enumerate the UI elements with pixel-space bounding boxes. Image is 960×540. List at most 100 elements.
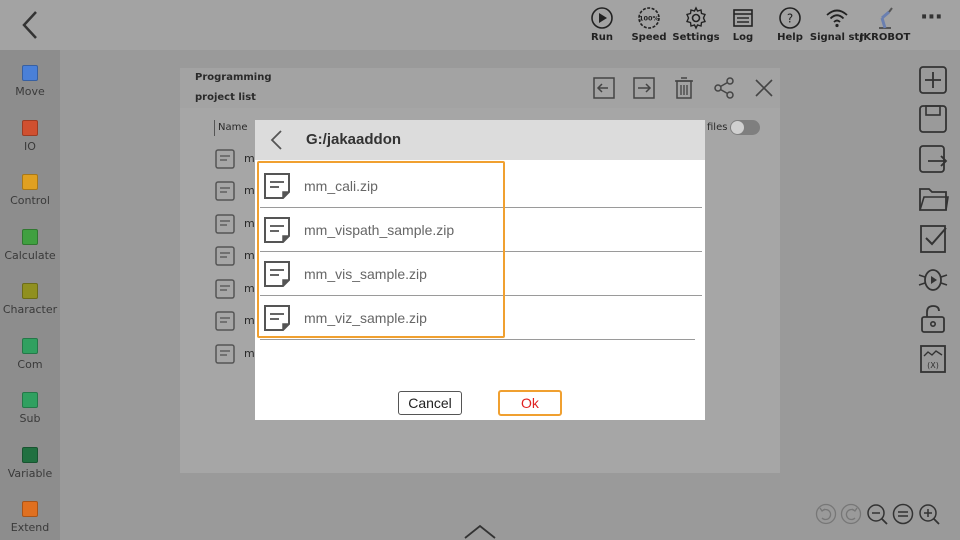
zoom-out-icon: [867, 504, 888, 525]
export-icon: [633, 77, 655, 99]
file-picker-dialog: G:/jakaaddon mm_cali.zip mm_vispath_samp…: [255, 120, 705, 420]
bug-icon: [918, 269, 948, 291]
sidebar-item-character[interactable]: Character: [0, 283, 60, 333]
close-icon: [755, 79, 773, 97]
list-item[interactable]: m: [214, 278, 255, 302]
help-icon: ?: [779, 7, 801, 29]
redo-button[interactable]: [840, 503, 862, 525]
selection-highlight: [257, 161, 505, 338]
file-icon: [215, 246, 235, 266]
variable-watch-button[interactable]: (X): [916, 343, 950, 375]
cancel-button[interactable]: Cancel: [398, 391, 462, 415]
list-item[interactable]: m: [214, 180, 255, 204]
zoom-in-icon: [919, 504, 940, 525]
file-icon: [215, 214, 235, 234]
list-item-label: m: [244, 217, 255, 230]
character-icon: [22, 283, 38, 299]
list-item[interactable]: m: [214, 213, 255, 237]
save-as-icon: [919, 145, 948, 173]
delete-button[interactable]: [672, 76, 696, 100]
speed-icon: 100%: [638, 7, 660, 29]
export-button[interactable]: [632, 76, 656, 100]
zoom-in-button[interactable]: [918, 503, 940, 525]
redo-icon: [840, 503, 862, 525]
add-button[interactable]: [916, 64, 950, 96]
ok-button[interactable]: Ok: [498, 390, 562, 416]
close-button[interactable]: [752, 76, 776, 100]
more-button[interactable]: ⋯: [918, 7, 946, 36]
chevron-left-icon: [22, 11, 37, 39]
sidebar-item-label: Control: [10, 194, 50, 207]
sidebar-item-label: Character: [2, 303, 58, 316]
undo-icon: [815, 503, 837, 525]
robot-label: JKROBOT: [859, 32, 911, 43]
sidebar-item-control[interactable]: Control: [0, 174, 60, 224]
list-item-label: m: [244, 152, 255, 165]
robot-arm-icon: [879, 7, 893, 29]
import-icon: [593, 77, 615, 99]
zoom-reset-button[interactable]: [892, 503, 914, 525]
sidebar-item-label: IO: [24, 140, 36, 153]
variable-watch-icon: (X): [920, 345, 946, 373]
sidebar-item-move[interactable]: Move: [0, 65, 60, 115]
sidebar-item-label: Calculate: [4, 249, 56, 262]
list-item-label: m: [244, 184, 255, 197]
debug-button[interactable]: [916, 263, 950, 295]
io-icon: [22, 120, 38, 136]
sidebar-item-extend[interactable]: Extend: [0, 501, 60, 540]
save-icon: [919, 105, 947, 133]
sidebar-item-label: Move: [15, 85, 45, 98]
calculate-icon: [22, 229, 38, 245]
sidebar-item-variable[interactable]: Variable: [0, 447, 60, 497]
checkbox-icon: [920, 225, 947, 253]
file-icon: [215, 311, 235, 331]
dialog-back-button[interactable]: [267, 129, 287, 151]
share-button[interactable]: [712, 76, 736, 100]
list-item-label: m: [244, 314, 255, 327]
wifi-icon: [826, 9, 848, 28]
move-icon: [22, 65, 38, 81]
expand-panel-button[interactable]: [462, 522, 498, 540]
lock-button[interactable]: [916, 303, 950, 335]
sidebar-item-label: Variable: [7, 467, 53, 480]
list-item-label: m: [244, 249, 255, 262]
check-button[interactable]: [916, 223, 950, 255]
sidebar-item-com[interactable]: Com: [0, 338, 60, 388]
plus-icon: [919, 66, 947, 94]
left-sidebar: Move IO Control Calculate Character Com …: [0, 50, 60, 540]
save-button[interactable]: [916, 103, 950, 135]
file-icon: [215, 181, 235, 201]
robot-button[interactable]: JKROBOT: [855, 6, 915, 48]
sidebar-item-label: Com: [17, 358, 43, 371]
control-icon: [22, 174, 38, 190]
log-icon: [733, 9, 753, 27]
row-divider: [260, 339, 695, 340]
folder-icon: [919, 188, 949, 211]
back-button[interactable]: [14, 8, 48, 42]
extend-icon: [22, 501, 38, 517]
show-files-toggle[interactable]: [730, 120, 760, 135]
project-list-header: Programming project list: [180, 68, 780, 108]
variable-icon: [22, 447, 38, 463]
chevron-left-icon: [270, 130, 282, 150]
list-item-label: m: [244, 347, 255, 360]
gear-icon: [686, 6, 706, 30]
zoom-out-button[interactable]: [866, 503, 888, 525]
save-as-button[interactable]: [916, 143, 950, 175]
sidebar-item-io[interactable]: IO: [0, 120, 60, 170]
list-item[interactable]: m: [214, 245, 255, 269]
run-icon: [591, 7, 613, 29]
trash-icon: [675, 77, 693, 99]
open-folder-button[interactable]: [916, 183, 950, 215]
share-icon: [714, 77, 734, 99]
list-item[interactable]: m: [214, 310, 255, 334]
sidebar-item-sub[interactable]: Sub: [0, 392, 60, 442]
undo-button[interactable]: [815, 503, 837, 525]
list-item[interactable]: m: [214, 343, 255, 367]
import-button[interactable]: [592, 76, 616, 100]
list-item[interactable]: m: [214, 148, 255, 172]
lock-icon: [921, 305, 945, 333]
top-bar: Run 100% Speed Settings Log ? Help Signa…: [0, 0, 960, 50]
speed-value: 100%: [639, 15, 660, 23]
sidebar-item-calculate[interactable]: Calculate: [0, 229, 60, 279]
